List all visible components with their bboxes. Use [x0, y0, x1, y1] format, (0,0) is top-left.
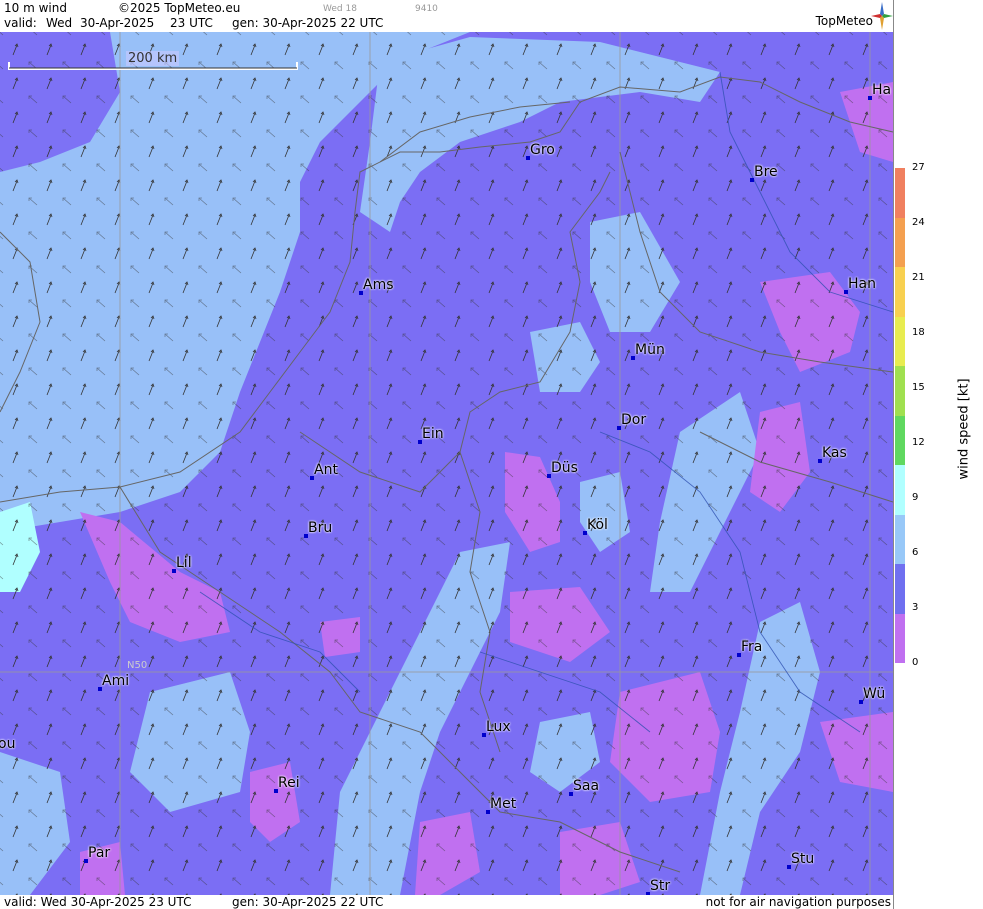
legend-tick-label: 18 — [912, 327, 925, 338]
scale-bar-label: 200 km — [126, 51, 180, 66]
legend-color-segment — [895, 514, 905, 564]
city-label: Ha — [872, 82, 892, 98]
brand-name: TopMeteo — [815, 14, 873, 28]
legend-tick-label: 21 — [912, 272, 925, 283]
city-label: Köl — [587, 517, 608, 533]
legend-color-segment — [895, 366, 905, 416]
product-title: 10 m wind — [4, 1, 67, 15]
legend-tick-label: 6 — [912, 547, 919, 558]
city-label: Saa — [573, 778, 600, 794]
legend-color-segment — [895, 415, 905, 465]
legend-tick-label: 12 — [912, 437, 925, 448]
legend-color-segment — [895, 465, 905, 515]
map-header: 10 m wind ©2025 TopMeteo.eu Wed 18 9410 … — [0, 0, 893, 32]
city-label: Str — [650, 878, 671, 894]
city-label: Düs — [551, 460, 578, 476]
legend-color-segment — [895, 564, 905, 614]
city-label: ou — [0, 736, 16, 752]
legend-color-bar — [895, 168, 905, 663]
city-label: Bru — [308, 520, 333, 536]
city-label: Ams — [363, 277, 394, 293]
footer-disclaimer: not for air navigation purposes — [705, 895, 891, 909]
city-label: Ein — [422, 426, 444, 442]
city-label: Bre — [754, 164, 778, 180]
wind-map[interactable]: 200 km N50 Ha Gro Bre Ams Han Mün Dor Ein Kas Ant… — [0, 32, 893, 895]
valid-time: 23 UTC — [170, 16, 213, 30]
legend-color-segment — [895, 267, 905, 317]
legend-color-segment — [895, 168, 905, 218]
city-label: Fra — [741, 639, 763, 655]
legend-tick-label: 9 — [912, 492, 919, 503]
legend-tick-label: 15 — [912, 382, 925, 393]
legend-tick-label: 24 — [912, 217, 925, 228]
city-label: Ami — [102, 673, 130, 689]
city-label: Wü — [863, 686, 886, 702]
copyright: ©2025 TopMeteo.eu — [118, 1, 241, 15]
compass-logo-icon — [871, 2, 893, 30]
city-label: Dor — [621, 412, 647, 428]
city-label: Gro — [530, 142, 555, 158]
city-label: Met — [490, 796, 517, 812]
city-label: Lux — [486, 719, 511, 735]
city-label: Mün — [635, 342, 665, 358]
footer-gen: gen: 30-Apr-2025 22 UTC — [232, 895, 384, 909]
legend-color-segment — [895, 613, 905, 663]
city-label: Ant — [314, 462, 338, 478]
city-label: Stu — [791, 851, 815, 867]
legend-color-segment — [895, 316, 905, 366]
latitude-label: N50 — [127, 660, 148, 671]
city-label: Han — [848, 276, 876, 292]
legend-tick-label: 0 — [912, 657, 919, 668]
legend-tick-label: 3 — [912, 602, 919, 613]
city-label: Lil — [176, 555, 192, 571]
map-footer: valid: Wed 30-Apr-2025 23 UTC gen: 30-Ap… — [0, 895, 893, 909]
wind-field — [0, 32, 893, 895]
city-label: Par — [88, 845, 111, 861]
valid-date: 30-Apr-2025 — [80, 16, 155, 30]
valid-label: valid: — [4, 16, 37, 30]
legend-tick-label: 27 — [912, 162, 925, 173]
legend-color-segment — [895, 217, 905, 267]
legend-title: wind speed [kt] — [956, 378, 972, 480]
run-code: Wed 18 — [323, 4, 357, 14]
run-id: 9410 — [415, 4, 438, 14]
city-label: Kas — [822, 445, 847, 461]
valid-day: Wed — [46, 16, 73, 30]
gen-info: gen: 30-Apr-2025 22 UTC — [232, 16, 384, 30]
city-label: Rei — [278, 775, 300, 791]
footer-valid: valid: Wed 30-Apr-2025 23 UTC — [4, 895, 192, 909]
